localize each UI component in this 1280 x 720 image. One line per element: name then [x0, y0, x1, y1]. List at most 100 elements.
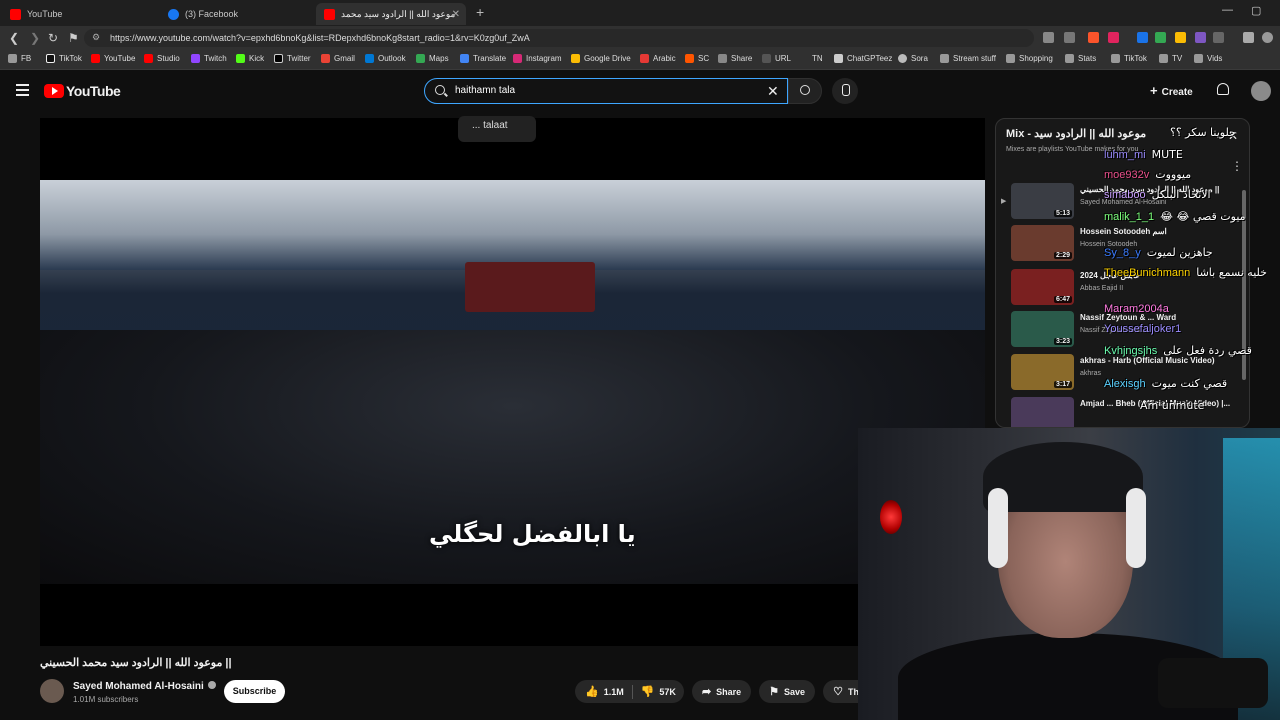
save-button[interactable]: ⚑ Save	[759, 680, 816, 703]
bookmark-item[interactable]: ChatGPTeez	[834, 54, 892, 63]
bookmark-item[interactable]: Stream stuff	[940, 54, 996, 63]
bookmark-item[interactable]: TV	[1159, 54, 1182, 63]
save-bookmark-icon: ⚑	[769, 686, 780, 698]
site-info-icon[interactable]: ⚙	[92, 32, 100, 43]
bookmark-icon[interactable]: ⚑	[68, 31, 79, 45]
bookmark-item[interactable]: Instagram	[513, 54, 562, 63]
chat-message: TheeBunichmann خليه نسمع باشا	[1104, 266, 1267, 279]
tab-label: YouTube	[27, 9, 63, 19]
bookmark-item[interactable]: Shopping	[1006, 54, 1053, 63]
account-avatar[interactable]	[1251, 81, 1271, 101]
twitch-icon	[191, 54, 200, 63]
maximize-icon[interactable]: ▢	[1251, 4, 1261, 17]
extension-icon[interactable]	[1137, 32, 1148, 43]
bookmark-item[interactable]: Share	[718, 54, 752, 63]
search-suggestion[interactable]: ... talaat	[458, 116, 536, 142]
bookmark-item[interactable]: URL	[762, 54, 791, 63]
channel-name[interactable]: Sayed Mohamed Al-Hosaini	[73, 681, 216, 692]
bookmark-item[interactable]: Google Drive	[571, 54, 631, 63]
bookmark-item[interactable]: TikTok	[46, 54, 82, 63]
channel-avatar[interactable]	[40, 679, 64, 703]
share-button[interactable]: ➦ Share	[691, 680, 752, 703]
close-tab-icon[interactable]: ✕	[452, 9, 460, 20]
url-field[interactable]: ⚙ https://www.youtube.com/watch?v=epxhd6…	[84, 29, 1034, 47]
outlook-icon	[365, 54, 374, 63]
profile-icon[interactable]	[1262, 32, 1273, 43]
music-icon[interactable]	[1243, 32, 1254, 43]
bookmarks-bar: FB TikTok YouTube Studio Twitch Kick Twi…	[0, 50, 1280, 70]
bookmark-item[interactable]: Stats	[1065, 54, 1096, 63]
translate-icon	[460, 54, 469, 63]
sc-icon	[685, 54, 694, 63]
bookmark-item[interactable]: Kick	[236, 54, 264, 63]
brave-rewards-icon[interactable]	[1108, 32, 1119, 43]
bookmark-item[interactable]: YouTube	[91, 54, 135, 63]
new-tab-icon[interactable]: +	[476, 4, 484, 20]
clear-search-icon[interactable]: ✕	[767, 83, 779, 100]
bookmark-item[interactable]: Twitch	[191, 54, 227, 63]
headset-right	[1126, 488, 1146, 568]
bookmark-item[interactable]: SC	[685, 54, 709, 63]
notifications-bell-icon[interactable]	[1217, 83, 1229, 95]
voice-search-icon[interactable]	[832, 78, 858, 104]
search-input[interactable]: haithamn tala ✕	[424, 78, 788, 104]
brave-shield-icon[interactable]	[1088, 32, 1099, 43]
folder-icon	[1111, 54, 1120, 63]
forward-icon[interactable]: ❯	[30, 31, 40, 45]
folder-icon	[1006, 54, 1015, 63]
extension-icon[interactable]	[1175, 32, 1186, 43]
minimize-icon[interactable]: —	[1222, 4, 1233, 16]
video-player[interactable]: يا ابالفضل لحگلي	[40, 118, 985, 646]
bookmark-item[interactable]: Outlook	[365, 54, 406, 63]
youtube-favicon-icon	[10, 8, 21, 20]
chat-message: malik_1_1 😂 😂 ميوت قصي	[1104, 210, 1246, 223]
video-frame: يا ابالفضل لحگلي	[40, 180, 985, 584]
red-light	[880, 500, 902, 534]
bookmark-item[interactable]: Vids	[1194, 54, 1222, 63]
bookmark-item[interactable]: TN	[812, 54, 823, 63]
drive-icon	[571, 54, 580, 63]
folder-icon	[8, 54, 17, 63]
share-icon	[718, 54, 727, 63]
subscribe-button[interactable]: Subscribe	[224, 680, 285, 703]
search-button[interactable]	[788, 78, 822, 104]
bookmark-item[interactable]: Maps	[416, 54, 449, 63]
bookmark-item[interactable]: Twitter	[274, 54, 311, 63]
playlist-thumbnail: 6:47	[1011, 269, 1074, 305]
bookmark-item[interactable]: Studio	[144, 54, 180, 63]
sora-icon	[898, 54, 907, 63]
thanks-icon: ♡	[833, 686, 843, 698]
like-icon[interactable]: 👍	[585, 685, 599, 698]
youtube-logo[interactable]: YouTube	[44, 83, 121, 99]
like-dislike-group: 👍 1.1M 👎 57K	[575, 680, 684, 703]
like-count[interactable]: 1.1M	[604, 687, 624, 697]
arabic-icon	[640, 54, 649, 63]
maps-icon	[416, 54, 425, 63]
url-text: https://www.youtube.com/watch?v=epxhd6bn…	[110, 33, 530, 43]
share-page-icon[interactable]	[1064, 32, 1075, 43]
address-bar-row: ❮ ❯ ↻ ⚑ ⚙ https://www.youtube.com/watch?…	[0, 26, 1280, 50]
bookmark-item[interactable]: Arabic	[640, 54, 676, 63]
dislike-icon[interactable]: 👎	[641, 685, 655, 698]
bookmark-item[interactable]: Gmail	[321, 54, 355, 63]
bookmark-item[interactable]: FB	[8, 54, 31, 63]
sidebar-icon[interactable]	[1213, 32, 1224, 43]
tab-youtube[interactable]: YouTube	[2, 3, 160, 25]
bookmark-item[interactable]: TikTok	[1111, 54, 1147, 63]
tab-facebook[interactable]: (3) Facebook	[160, 3, 314, 25]
x-icon	[274, 54, 283, 63]
create-button[interactable]: + Create	[1150, 83, 1193, 98]
back-icon[interactable]: ❮	[9, 31, 19, 45]
menu-icon[interactable]	[16, 84, 29, 99]
extension-icon[interactable]	[1155, 32, 1166, 43]
video-banner	[465, 262, 595, 312]
search-icon	[435, 85, 445, 95]
reload-icon[interactable]: ↻	[48, 31, 58, 45]
tab-video[interactable]: موعود الله || الرادود سيد محمد ✕	[316, 3, 466, 25]
bookmark-item[interactable]: Translate	[460, 54, 506, 63]
bookmark-item[interactable]: Sora	[898, 54, 928, 63]
extension-icon[interactable]	[1043, 32, 1054, 43]
dislike-count[interactable]: 57K	[659, 687, 676, 697]
microphone	[1158, 658, 1268, 708]
extension-icon[interactable]	[1195, 32, 1206, 43]
